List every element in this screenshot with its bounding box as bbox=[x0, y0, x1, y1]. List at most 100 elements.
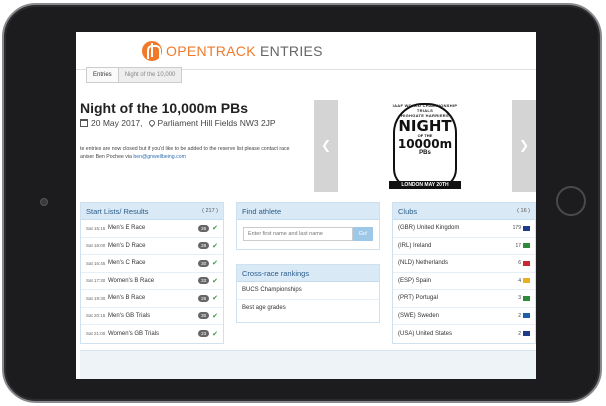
race-time: Sat 17:30 bbox=[86, 278, 106, 284]
club-count: 4 bbox=[518, 277, 521, 284]
club-row[interactable]: (NLD) Netherlands 6 bbox=[393, 255, 535, 273]
flag-icon bbox=[523, 331, 530, 337]
page-title: Night of the 10,000m PBs bbox=[80, 100, 249, 116]
club-name[interactable]: (NLD) Netherlands bbox=[398, 260, 518, 266]
flag-icon bbox=[523, 243, 530, 249]
event-date: 20 May 2017, bbox=[91, 118, 143, 128]
flag-icon bbox=[523, 313, 530, 319]
ranking-link-age-grades[interactable]: Best age grades bbox=[237, 300, 379, 318]
ipad-frame: OPENTRACK ENTRIES Entries Night of the 1… bbox=[2, 3, 602, 403]
check-icon: ✔ bbox=[212, 277, 218, 285]
race-name[interactable]: Men's E Race bbox=[108, 225, 198, 231]
check-icon: ✔ bbox=[212, 260, 218, 268]
club-name[interactable]: (ESP) Spain bbox=[398, 278, 518, 284]
club-name[interactable]: (PRT) Portugal bbox=[398, 295, 518, 301]
entries-badge: 30 bbox=[198, 312, 210, 320]
start-list-row[interactable]: Sat 19:30 Men's B Race 26 ✔ bbox=[81, 290, 223, 308]
race-time: Sat 15:15 bbox=[86, 225, 106, 231]
start-list-row[interactable]: Sat 16:00 Men's D Race 28 ✔ bbox=[81, 238, 223, 255]
go-button[interactable]: Go! bbox=[353, 227, 373, 241]
contact-email-link[interactable]: ben@gnwellbeing.com bbox=[133, 154, 186, 160]
find-athlete-panel: Find athlete Go! bbox=[236, 202, 380, 250]
race-name[interactable]: Men's B Race bbox=[108, 295, 198, 301]
breadcrumb-entries[interactable]: Entries bbox=[86, 67, 119, 83]
club-count: 6 bbox=[518, 260, 521, 267]
logo-text: OPENTRACK ENTRIES bbox=[166, 43, 323, 59]
start-list-row[interactable]: Sat 20:15 Men's GB Trials 30 ✔ bbox=[81, 308, 223, 325]
chevron-right-icon[interactable]: ❯ bbox=[517, 138, 531, 152]
start-list-row[interactable]: Sat 17:30 Women's B Race 33 ✔ bbox=[81, 273, 223, 290]
footer-area bbox=[80, 350, 536, 379]
entries-badge: 30 bbox=[198, 259, 210, 267]
clubs-panel: Clubs ( 16 ) (GBR) United Kingdom 179 (IRL… bbox=[392, 202, 536, 344]
carousel-prev[interactable]: ❮ bbox=[314, 100, 338, 192]
club-name[interactable]: (SWE) Sweden bbox=[398, 313, 518, 319]
club-count: 2 bbox=[518, 330, 521, 337]
event-banner-carousel: ❮ IAAF WORLD CHAMPIONSHIP TRIALS HIGHGAT… bbox=[314, 100, 536, 192]
clubs-title: Clubs bbox=[398, 206, 418, 216]
club-count: 3 bbox=[518, 295, 521, 302]
club-name[interactable]: (USA) United States bbox=[398, 331, 518, 337]
race-name[interactable]: Women's GB Trials bbox=[108, 331, 198, 337]
clubs-count: ( 16 ) bbox=[517, 208, 530, 214]
flag-icon bbox=[523, 260, 530, 266]
race-name[interactable]: Men's D Race bbox=[108, 243, 198, 249]
entries-badge: 33 bbox=[198, 277, 210, 285]
club-row[interactable]: (PRT) Portugal 3 bbox=[393, 290, 535, 308]
race-time: Sat 21:00 bbox=[86, 331, 106, 337]
check-icon: ✔ bbox=[212, 295, 218, 303]
club-row[interactable]: (SWE) Sweden 2 bbox=[393, 308, 535, 325]
map-pin-icon bbox=[147, 118, 156, 128]
club-count: 2 bbox=[518, 312, 521, 319]
cross-race-title: Cross-race rankings bbox=[242, 268, 310, 278]
club-name[interactable]: (IRL) Ireland bbox=[398, 243, 515, 249]
find-athlete-title: Find athlete bbox=[242, 206, 282, 216]
cross-race-rankings-panel: Cross-race rankings BUCS Championships B… bbox=[236, 264, 380, 323]
chevron-left-icon[interactable]: ❮ bbox=[319, 138, 333, 152]
entries-closed-notice: te entries are now closed but if you'd l… bbox=[80, 146, 290, 160]
start-list-row[interactable]: Sat 15:15 Men's E Race 26 ✔ bbox=[81, 220, 223, 238]
breadcrumb-current: Night of the 10,000 bbox=[118, 67, 183, 83]
check-icon: ✔ bbox=[212, 242, 218, 250]
race-time: Sat 16:00 bbox=[86, 243, 106, 249]
race-name[interactable]: Men's GB Trials bbox=[108, 313, 198, 319]
start-lists-panel: Start Lists/ Results ( 217 ) Sat 15:15 Me… bbox=[80, 202, 224, 344]
club-row[interactable]: (GBR) United Kingdom 179 bbox=[393, 220, 535, 238]
check-icon: ✔ bbox=[212, 225, 218, 233]
logo-icon bbox=[142, 41, 162, 61]
race-name[interactable]: Women's B Race bbox=[108, 278, 198, 284]
entries-badge: 23 bbox=[198, 330, 210, 338]
race-time: Sat 20:15 bbox=[86, 313, 106, 319]
flag-icon bbox=[523, 295, 530, 301]
carousel-next[interactable]: ❯ bbox=[512, 100, 536, 192]
start-lists-count: ( 217 ) bbox=[202, 208, 218, 214]
athlete-search-input[interactable] bbox=[243, 227, 353, 241]
screen: OPENTRACK ENTRIES Entries Night of the 1… bbox=[76, 32, 536, 379]
calendar-icon bbox=[80, 119, 88, 127]
start-list-row[interactable]: Sat 21:00 Women's GB Trials 23 ✔ bbox=[81, 325, 223, 343]
logo[interactable]: OPENTRACK ENTRIES bbox=[142, 41, 323, 61]
race-time: Sat 16:45 bbox=[86, 260, 106, 266]
club-count: 17 bbox=[515, 242, 521, 249]
entries-badge: 26 bbox=[198, 294, 210, 302]
start-list-row[interactable]: Sat 16:45 Men's C Race 30 ✔ bbox=[81, 255, 223, 273]
check-icon: ✔ bbox=[212, 312, 218, 320]
club-name[interactable]: (GBR) United Kingdom bbox=[398, 225, 513, 231]
check-icon: ✔ bbox=[212, 330, 218, 338]
race-name[interactable]: Men's C Race bbox=[108, 260, 198, 266]
entries-badge: 28 bbox=[198, 242, 210, 250]
entries-badge: 26 bbox=[198, 224, 210, 232]
flag-icon bbox=[523, 278, 530, 284]
club-row[interactable]: (ESP) Spain 4 bbox=[393, 273, 535, 290]
site-header: OPENTRACK ENTRIES bbox=[76, 32, 536, 70]
club-row[interactable]: (IRL) Ireland 17 bbox=[393, 238, 535, 255]
home-button[interactable] bbox=[556, 186, 586, 216]
event-venue[interactable]: Parliament Hill Fields NW3 2JP bbox=[158, 118, 276, 128]
flag-icon bbox=[523, 225, 530, 231]
club-count: 179 bbox=[512, 225, 521, 232]
ranking-link-bucs[interactable]: BUCS Championships bbox=[237, 282, 379, 300]
race-time: Sat 19:30 bbox=[86, 295, 106, 301]
breadcrumb: Entries Night of the 10,000 bbox=[86, 67, 183, 83]
club-row[interactable]: (USA) United States 2 bbox=[393, 325, 535, 343]
event-poster-image: IAAF WORLD CHAMPIONSHIP TRIALS HIGHGATE … bbox=[389, 103, 461, 189]
